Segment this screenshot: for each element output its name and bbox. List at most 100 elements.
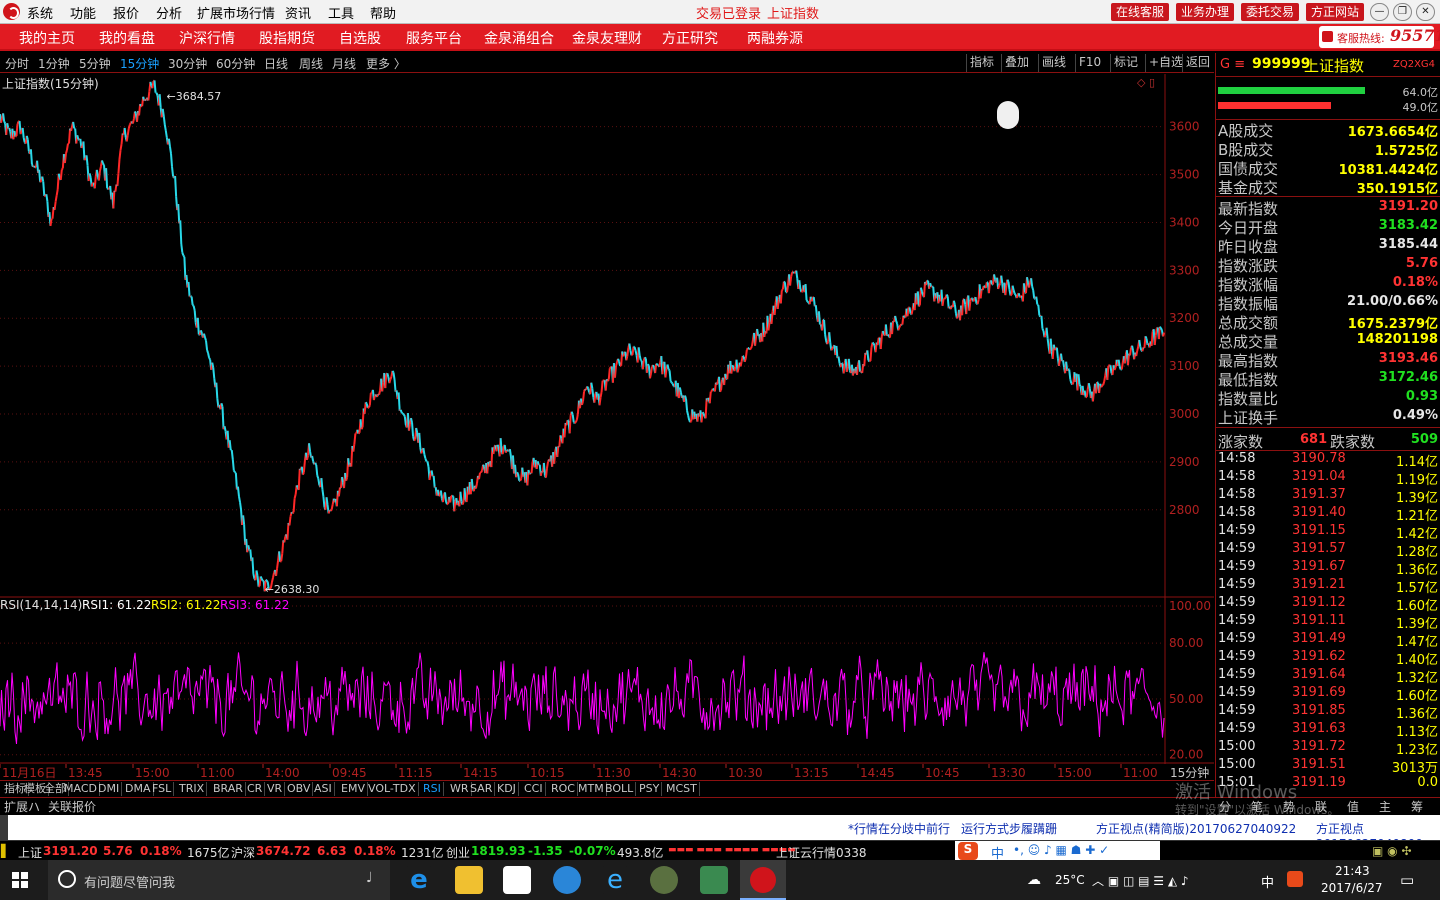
nav-margin[interactable]: 两融券源 <box>747 28 803 48</box>
indicator-tab-vol-tdx[interactable]: VOL-TDX <box>366 782 419 796</box>
period-daily[interactable]: 日线 <box>264 55 288 72</box>
indicator-tab-brar[interactable]: BRAR <box>211 782 246 796</box>
period-60min[interactable]: 60分钟 <box>216 55 255 72</box>
founder-app-taskbar-button[interactable] <box>740 860 786 900</box>
news-ticker[interactable]: *行情在分歧中前行 运行方式步履蹒跚 方正视点(精简版)201706270409… <box>0 815 1440 851</box>
kline-chart[interactable]: 2800 2900 3000 3100 3200 3300 3400 3500 3600 ←368… <box>0 74 1214 780</box>
period-weekly[interactable]: 周线 <box>299 55 323 72</box>
nav-hs-quote[interactable]: 沪深行情 <box>179 28 235 48</box>
chart-corner-icons[interactable]: ◇ ▯ <box>1137 76 1155 89</box>
extend-toggle[interactable]: 扩展ハ <box>4 798 40 815</box>
period-1min[interactable]: 1分钟 <box>38 55 70 72</box>
period-more[interactable]: 更多 〉 <box>366 55 406 72</box>
right-tab[interactable]: 筹 <box>1411 798 1423 815</box>
tool-mark[interactable]: 标记 <box>1110 54 1141 72</box>
period-30min[interactable]: 30分钟 <box>168 55 207 72</box>
close-icon[interactable]: ✕ <box>1416 3 1435 21</box>
period-15min[interactable]: 15分钟 <box>120 55 159 72</box>
windows-start-icon[interactable] <box>12 872 28 888</box>
indicator-tab-obv[interactable]: OBV <box>285 782 314 796</box>
period-timeshare[interactable]: 分时 <box>5 55 29 72</box>
indicator-tab-trix[interactable]: TRIX <box>177 782 208 796</box>
nav-my-home[interactable]: 我的主页 <box>19 28 75 48</box>
nav-my-board[interactable]: 我的看盘 <box>99 28 155 48</box>
indicator-tab-cr[interactable]: CR <box>245 782 266 796</box>
menu-system[interactable]: 系统 <box>27 3 53 22</box>
indicator-tab-dmi[interactable]: DMI <box>96 782 123 796</box>
tool-indicator[interactable]: 指标 <box>966 54 997 72</box>
indicator-tab-sar[interactable]: SAR <box>468 782 496 796</box>
related-quote-tab[interactable]: 关联报价 <box>48 798 96 815</box>
clock-time[interactable]: 21:43 <box>1335 864 1370 878</box>
tick-list[interactable]: 14:58 3190.78 1.14亿 14:58 3191.04 1.19亿 14:58 3… <box>1216 451 1440 795</box>
tool-overlay[interactable]: 叠加 <box>1001 54 1032 72</box>
menu-tools[interactable]: 工具 <box>328 3 354 22</box>
indicator-tab-boll[interactable]: BOLL <box>603 782 637 796</box>
online-service-button[interactable]: 在线客服 <box>1111 3 1170 21</box>
website-button[interactable]: 方正网站 <box>1306 3 1365 21</box>
sh-index-value[interactable]: 3191.20 <box>43 844 98 858</box>
period-monthly[interactable]: 月线 <box>332 55 356 72</box>
tool-add-watch[interactable]: +自选 <box>1145 54 1186 72</box>
cy-index-value[interactable]: 1819.93 <box>471 844 526 858</box>
news-item[interactable]: 运行方式步履蹒跚 <box>961 820 1057 837</box>
indicator-tab-roc[interactable]: ROC <box>549 782 578 796</box>
news-item[interactable]: 方正视点(精简版)20170627040922 <box>1096 820 1296 837</box>
trade-button[interactable]: 委托交易 <box>1241 3 1300 21</box>
period-5min[interactable]: 5分钟 <box>79 55 111 72</box>
restore-icon[interactable]: ❐ <box>1393 3 1412 21</box>
network-app-icon[interactable] <box>700 866 728 894</box>
hs-index-value[interactable]: 3674.72 <box>256 844 311 858</box>
weather-icon[interactable]: ☁ <box>1027 872 1041 888</box>
indicator-tab-emv[interactable]: EMV <box>339 782 368 796</box>
nav-watchlist[interactable]: 自选股 <box>339 28 381 48</box>
notification-icon[interactable]: ▭ <box>1400 871 1414 889</box>
indicator-tab-mcst[interactable]: MCST <box>664 782 700 796</box>
tray-mini-icons[interactable]: ▣ ◉ ✣ <box>1372 844 1412 858</box>
right-tab[interactable]: 值 <box>1347 798 1359 815</box>
menu-analysis[interactable]: 分析 <box>156 3 182 22</box>
sogou-icon[interactable]: S <box>958 842 978 860</box>
hotline-box[interactable]: 客服热线: 95571 <box>1319 26 1440 48</box>
edge-icon[interactable]: e <box>405 866 433 894</box>
indicator-tab-cci[interactable]: CCI <box>522 782 546 796</box>
tool-back[interactable]: 返回 <box>1182 54 1213 72</box>
chart-area[interactable]: 2800 2900 3000 3100 3200 3300 3400 3500 3600 ←368… <box>0 74 1214 780</box>
menu-help[interactable]: 帮助 <box>370 3 396 22</box>
ime-toolbar[interactable]: S 中 •, ☺ ♪ ▦ ☗ ✚ ✓ <box>955 841 1160 862</box>
indicator-tab-macd[interactable]: MACD <box>62 782 100 796</box>
ime-indicator[interactable]: 中 <box>1261 872 1274 891</box>
mic-icon[interactable]: ♩ <box>366 870 373 886</box>
clock-date[interactable]: 2017/6/27 <box>1321 881 1383 895</box>
indicator-tab-rsi[interactable]: RSI <box>421 782 444 796</box>
business-button[interactable]: 业务办理 <box>1176 3 1235 21</box>
nav-wealth[interactable]: 金泉友理财 <box>572 28 642 48</box>
tool-draw[interactable]: 画线 <box>1038 54 1069 72</box>
app-icon[interactable] <box>650 866 678 894</box>
store-icon[interactable] <box>503 866 531 894</box>
menu-extended-market[interactable]: 扩展市场行情 <box>197 3 275 22</box>
menu-news[interactable]: 资讯 <box>285 3 311 22</box>
nav-service-platform[interactable]: 服务平台 <box>406 28 462 48</box>
indicator-tab-fsl[interactable]: FSL <box>150 782 175 796</box>
ie-icon[interactable]: e <box>601 866 629 894</box>
cortana-search[interactable]: 有问题尽管问我 ♩ <box>48 860 390 900</box>
file-explorer-icon[interactable] <box>455 866 483 894</box>
minimize-icon[interactable]: — <box>1370 3 1389 21</box>
indicator-tab-dma[interactable]: DMA <box>123 782 154 796</box>
nav-portfolio[interactable]: 金泉涌组合 <box>484 28 554 48</box>
indicator-tab-vr[interactable]: VR <box>265 782 286 796</box>
nav-index-futures[interactable]: 股指期货 <box>259 28 315 48</box>
indicator-tab-psy[interactable]: PSY <box>637 782 663 796</box>
indicator-tab-asi[interactable]: ASI <box>312 782 335 796</box>
tool-f10[interactable]: F10 <box>1075 54 1104 72</box>
right-tab[interactable]: 主 <box>1379 798 1391 815</box>
menu-function[interactable]: 功能 <box>70 3 96 22</box>
menu-quote[interactable]: 报价 <box>113 3 139 22</box>
tray-icons[interactable]: ︿ ▣ ◫ ▤ ☰ ◭ ♪ <box>1092 872 1189 889</box>
indicator-tab-kdj[interactable]: KDJ <box>495 782 519 796</box>
news-item[interactable]: *行情在分歧中前行 <box>848 820 950 837</box>
sogou-tray-icon[interactable] <box>1287 871 1303 887</box>
ime-tools-icons[interactable]: •, ☺ ♪ ▦ ☗ ✚ ✓ <box>1013 843 1109 857</box>
browser-icon[interactable] <box>553 866 581 894</box>
